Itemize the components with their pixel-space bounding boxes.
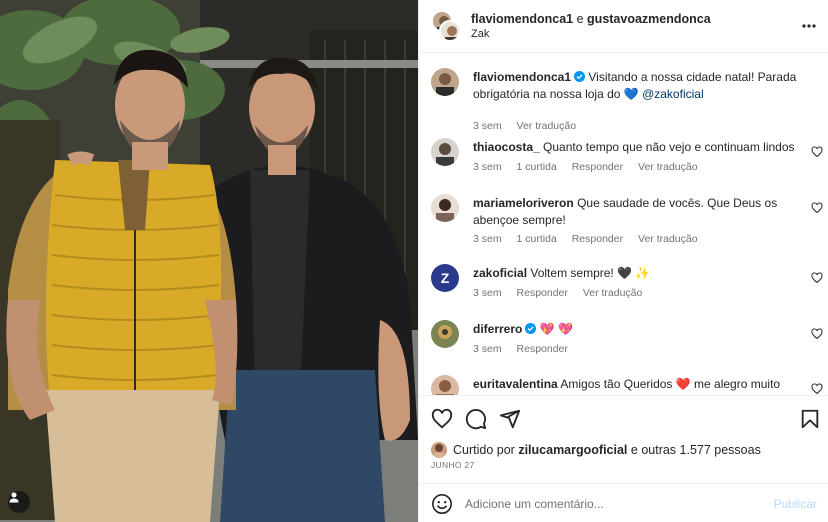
share-send-icon[interactable] xyxy=(499,408,521,430)
reply-button[interactable]: Responder xyxy=(517,287,568,299)
comment-body: Amigos tão Queridos ❤️ me alegro muito xyxy=(560,377,781,391)
like-comment-heart-icon[interactable] xyxy=(811,272,823,284)
reply-button[interactable]: Responder xyxy=(572,233,623,245)
like-comment-heart-icon[interactable] xyxy=(811,383,823,395)
comment-meta: 3 sem Responder Ver tradução xyxy=(473,287,654,299)
avatar-photo xyxy=(431,68,459,96)
blue-heart-icon: 💙 xyxy=(623,87,639,101)
comment-time: 3 sem xyxy=(473,287,502,299)
translate-link[interactable]: Ver tradução xyxy=(638,161,698,173)
add-comment-bar: Publicar xyxy=(419,483,828,522)
authors-connector: e xyxy=(576,12,584,26)
save-bookmark-icon[interactable] xyxy=(799,408,821,430)
avatar-photo xyxy=(441,22,459,40)
caption-avatar[interactable] xyxy=(431,68,459,96)
avatar-photo xyxy=(431,194,459,222)
translate-link[interactable]: Ver tradução xyxy=(638,233,698,245)
comment-body: Quanto tempo que não vejo e continuam li… xyxy=(543,140,795,154)
comment-username[interactable]: mariameloriveron xyxy=(473,196,574,210)
comment-item: mariameloriveron Que saudade de vocês. Q… xyxy=(431,194,823,250)
like-comment-heart-icon[interactable] xyxy=(811,202,823,214)
post-photo-image xyxy=(0,0,418,522)
liker-avatar[interactable] xyxy=(431,442,447,458)
post-photo[interactable] xyxy=(0,0,418,522)
translate-link[interactable]: Ver tradução xyxy=(583,287,643,299)
caption-translate-link[interactable]: Ver tradução xyxy=(517,120,577,132)
comment-meta: 3 sem Responder xyxy=(473,343,580,355)
comment-avatar[interactable] xyxy=(431,138,459,166)
comment-time: 3 sem xyxy=(473,233,502,245)
comment-likes-link[interactable]: 1 curtida xyxy=(517,161,557,173)
comment-avatar[interactable] xyxy=(431,194,459,222)
caption-time: 3 sem xyxy=(473,120,502,132)
like-comment-heart-icon[interactable] xyxy=(811,328,823,340)
tagged-users-button[interactable] xyxy=(8,491,30,513)
comment-avatar[interactable] xyxy=(431,375,459,395)
liker-username[interactable]: zilucamargooficial xyxy=(518,443,627,457)
comment-likes-link[interactable]: 1 curtida xyxy=(517,233,557,245)
comment-text: diferrero 💖 💖 xyxy=(473,321,803,338)
comment-input[interactable] xyxy=(465,494,755,514)
post-location[interactable]: Zak xyxy=(471,28,489,40)
post-comment-button[interactable]: Publicar xyxy=(774,497,817,511)
reply-button[interactable]: Responder xyxy=(517,343,568,355)
user-icon xyxy=(9,492,19,503)
comment-body: Voltem sempre! 🖤 ✨ xyxy=(530,266,651,280)
likes-summary: Curtido por zilucamargooficial e outras … xyxy=(431,441,761,459)
post-header: flaviomendonca1 e gustavoazmendonca Zak xyxy=(419,0,828,53)
zak-logo-avatar: Z xyxy=(431,264,459,292)
comment-bubble-icon[interactable] xyxy=(465,408,487,430)
verified-badge-icon xyxy=(525,323,537,334)
likes-prefix: Curtido por xyxy=(453,443,515,457)
comment-item: diferrero 💖 💖 3 sem Responder xyxy=(431,320,823,360)
comment-text: euritavalentina Amigos tão Queridos ❤️ m… xyxy=(473,376,803,393)
comment-time: 3 sem xyxy=(473,161,502,173)
comment-username[interactable]: zakoficial xyxy=(473,266,527,280)
comment-body: 💖 💖 xyxy=(539,322,573,336)
comment-meta: 3 sem 1 curtida Responder Ver tradução xyxy=(473,161,710,173)
likes-others-link[interactable]: outras 1.577 pessoas xyxy=(641,443,761,457)
caption-mention[interactable]: @zakoficial xyxy=(642,87,704,101)
comment-avatar[interactable] xyxy=(431,320,459,348)
avatar-photo xyxy=(431,442,447,458)
comment-meta: 3 sem 1 curtida Responder Ver tradução xyxy=(473,233,710,245)
post-date[interactable]: JUNHO 27 xyxy=(431,460,475,470)
comment-text: zakoficial Voltem sempre! 🖤 ✨ xyxy=(473,265,803,282)
comment-item: Z zakoficial Voltem sempre! 🖤 ✨ 3 sem Re… xyxy=(431,264,823,304)
comment-text: thiaocosta_ Quanto tempo que não vejo e … xyxy=(473,139,803,156)
collab-avatars[interactable] xyxy=(431,10,461,42)
likes-connector: e xyxy=(630,443,638,457)
avatar-photo xyxy=(431,320,459,348)
svg-text:Z: Z xyxy=(441,270,450,286)
comment-avatar[interactable]: Z xyxy=(431,264,459,292)
like-heart-icon[interactable] xyxy=(431,408,453,430)
avatar-photo xyxy=(431,138,459,166)
owner-username[interactable]: flaviomendonca1 xyxy=(471,12,573,26)
post-authors: flaviomendonca1 e gustavoazmendonca xyxy=(471,12,711,26)
comment-username[interactable]: euritavalentina xyxy=(473,377,558,391)
post-caption: flaviomendonca1 Visitando a nossa cidade… xyxy=(431,68,823,132)
more-horizontal-icon xyxy=(802,24,816,28)
comment-username[interactable]: thiaocosta_ xyxy=(473,140,540,154)
reply-button[interactable]: Responder xyxy=(572,161,623,173)
like-comment-heart-icon[interactable] xyxy=(811,146,823,158)
collaborator-avatar[interactable] xyxy=(439,20,461,42)
emoji-smiley-icon[interactable] xyxy=(431,493,453,515)
comment-item: thiaocosta_ Quanto tempo que não vejo e … xyxy=(431,138,823,178)
avatar-photo xyxy=(431,375,459,395)
more-options-button[interactable] xyxy=(801,18,817,34)
collaborator-username[interactable]: gustavoazmendonca xyxy=(587,12,711,26)
post-side-panel: flaviomendonca1 e gustavoazmendonca Zak … xyxy=(418,0,828,522)
comments-list[interactable]: flaviomendonca1 Visitando a nossa cidade… xyxy=(419,54,828,395)
caption-text: flaviomendonca1 Visitando a nossa cidade… xyxy=(473,69,803,103)
caption-username[interactable]: flaviomendonca1 xyxy=(473,70,571,84)
caption-meta: 3 sem Ver tradução xyxy=(473,120,588,132)
comment-text: mariameloriveron Que saudade de vocês. Q… xyxy=(473,195,803,229)
verified-badge-icon xyxy=(574,71,586,82)
comment-item: euritavalentina Amigos tão Queridos ❤️ m… xyxy=(431,375,823,395)
post-actions xyxy=(419,395,828,439)
comment-username[interactable]: diferrero xyxy=(473,322,522,336)
comment-time: 3 sem xyxy=(473,343,502,355)
